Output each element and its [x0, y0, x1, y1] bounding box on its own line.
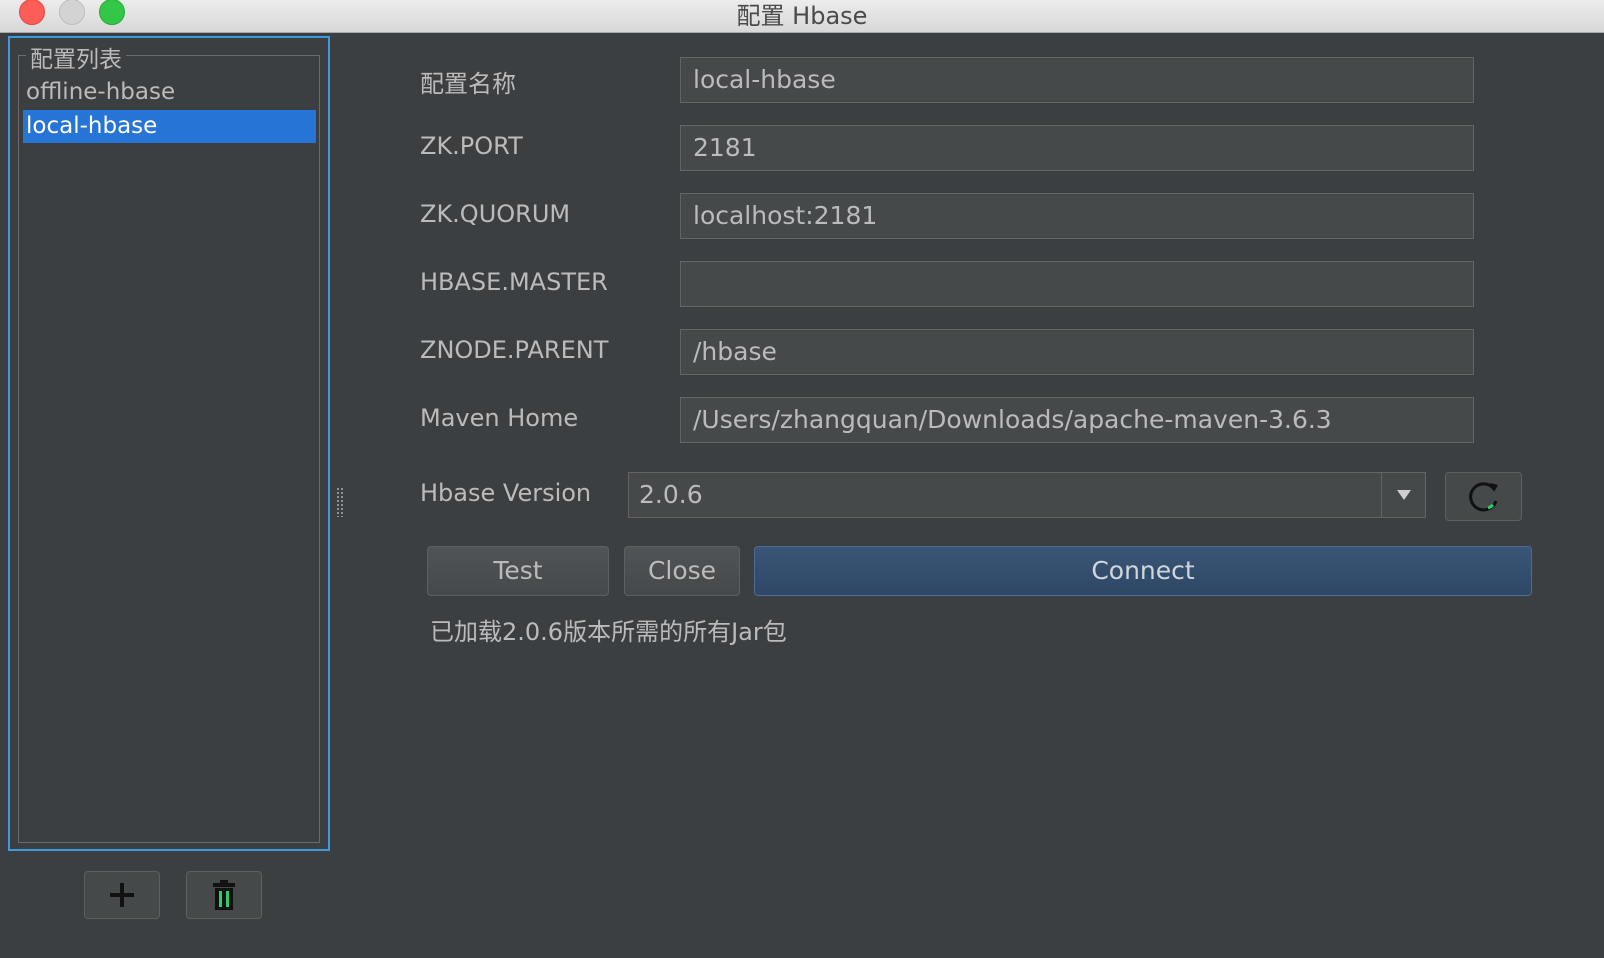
- refresh-versions-button[interactable]: [1445, 472, 1522, 521]
- zk-quorum-label: ZK.QUORUM: [420, 200, 571, 228]
- hbase-config-window: 配置 Hbase 配置列表 offline-hbase local-hbase …: [0, 0, 1604, 958]
- config-name-label: 配置名称: [420, 70, 516, 98]
- hbase-version-value: 2.0.6: [639, 480, 703, 509]
- window-title: 配置 Hbase: [736, 2, 868, 30]
- hbase-master-field[interactable]: [680, 261, 1474, 307]
- hbase-master-label: HBASE.MASTER: [420, 268, 608, 296]
- close-button[interactable]: Close: [624, 546, 740, 596]
- test-button[interactable]: Test: [427, 546, 609, 596]
- status-message: 已加载2.0.6版本所需的所有Jar包: [430, 618, 787, 646]
- dropdown-arrow-button[interactable]: [1381, 473, 1425, 517]
- trash-icon: [213, 880, 235, 910]
- delete-config-button[interactable]: [186, 871, 262, 919]
- chevron-down-icon: [1396, 490, 1411, 500]
- zk-quorum-field[interactable]: localhost:2181: [680, 193, 1474, 239]
- config-list-title: 配置列表: [26, 40, 126, 74]
- config-list-panel: 配置列表 offline-hbase local-hbase: [8, 36, 330, 851]
- add-config-button[interactable]: [84, 871, 160, 919]
- maven-home-field[interactable]: /Users/zhangquan/Downloads/apache-maven-…: [680, 397, 1474, 443]
- list-item-offline-hbase[interactable]: offline-hbase: [23, 76, 316, 109]
- refresh-icon: [1468, 481, 1498, 511]
- znode-parent-field[interactable]: /hbase: [680, 329, 1474, 375]
- zk-port-field[interactable]: 2181: [680, 125, 1474, 171]
- list-item-local-hbase[interactable]: local-hbase: [23, 110, 316, 143]
- config-name-field[interactable]: local-hbase: [680, 57, 1474, 103]
- hbase-version-label: Hbase Version: [420, 479, 592, 507]
- split-pane-handle[interactable]: [336, 487, 344, 517]
- maven-home-label: Maven Home: [420, 404, 579, 432]
- plus-icon: [110, 883, 134, 907]
- znode-parent-label: ZNODE.PARENT: [420, 336, 609, 364]
- title-bar: 配置 Hbase: [0, 0, 1604, 33]
- hbase-version-select[interactable]: 2.0.6: [628, 472, 1426, 518]
- config-list-group: [18, 55, 320, 843]
- connect-button[interactable]: Connect: [754, 546, 1532, 596]
- zk-port-label: ZK.PORT: [420, 132, 523, 160]
